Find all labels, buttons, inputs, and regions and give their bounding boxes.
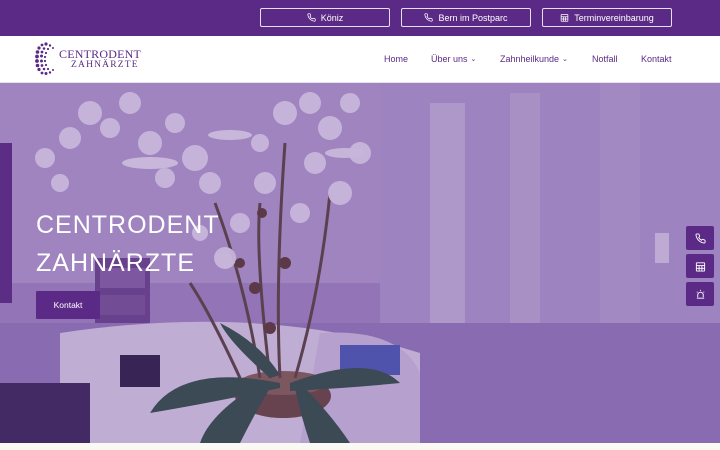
bern-phone-button[interactable]: Bern im Postparc <box>401 8 531 27</box>
top-bar: Köniz Bern im Postparc Terminvereinbarun… <box>0 0 720 36</box>
phone-icon <box>424 13 434 22</box>
koeniz-label: Köniz <box>320 12 344 23</box>
nav-home-label: Home <box>384 54 409 64</box>
side-emergency-button[interactable] <box>686 282 714 306</box>
logo[interactable]: CENTRODENT ZAHNÄRZTE <box>35 40 145 78</box>
logo-subtitle: ZAHNÄRZTE <box>71 59 139 70</box>
calendar-icon <box>560 14 569 22</box>
koeniz-phone-button[interactable]: Köniz <box>260 8 390 27</box>
nav-zahnheilkunde-label: Zahnheilkunde <box>500 54 560 64</box>
nav-notfall-label: Notfall <box>592 54 618 64</box>
nav-ueber-uns-label: Über uns <box>431 54 468 64</box>
nav-ueber-uns[interactable]: Über uns ⌄ <box>431 54 476 64</box>
bern-label: Bern im Postparc <box>438 12 508 23</box>
nav-notfall[interactable]: Notfall <box>592 54 618 64</box>
phone-icon <box>695 232 706 243</box>
hero-contact-button[interactable]: Kontakt <box>36 291 100 319</box>
hero-title-line2: ZAHNÄRZTE <box>36 249 195 277</box>
hero-banner: CENTRODENT ZAHNÄRZTE Kontakt <box>0 83 720 443</box>
calendar-icon <box>695 261 705 272</box>
nav-kontakt-label: Kontakt <box>641 54 672 64</box>
appointment-button[interactable]: Terminvereinbarung <box>542 8 672 27</box>
logo-dots-icon <box>35 42 54 75</box>
hero-title-line1: CENTRODENT <box>36 211 220 239</box>
logo-name: CENTRODENT <box>59 46 141 61</box>
chevron-down-icon: ⌄ <box>470 56 477 63</box>
bottom-strip <box>0 443 720 450</box>
site-header: CENTRODENT ZAHNÄRZTE Home Über uns ⌄ Zah… <box>0 36 720 83</box>
phone-icon <box>307 13 316 22</box>
alarm-icon <box>696 289 704 299</box>
chevron-down-icon: ⌄ <box>562 56 568 63</box>
nav-kontakt[interactable]: Kontakt <box>641 54 672 64</box>
appointment-label: Terminvereinbarung <box>574 12 654 23</box>
side-calendar-button[interactable] <box>686 254 714 278</box>
nav-home[interactable]: Home <box>384 54 408 64</box>
side-phone-button[interactable] <box>686 226 714 250</box>
nav-zahnheilkunde[interactable]: Zahnheilkunde ⌄ <box>500 54 568 64</box>
